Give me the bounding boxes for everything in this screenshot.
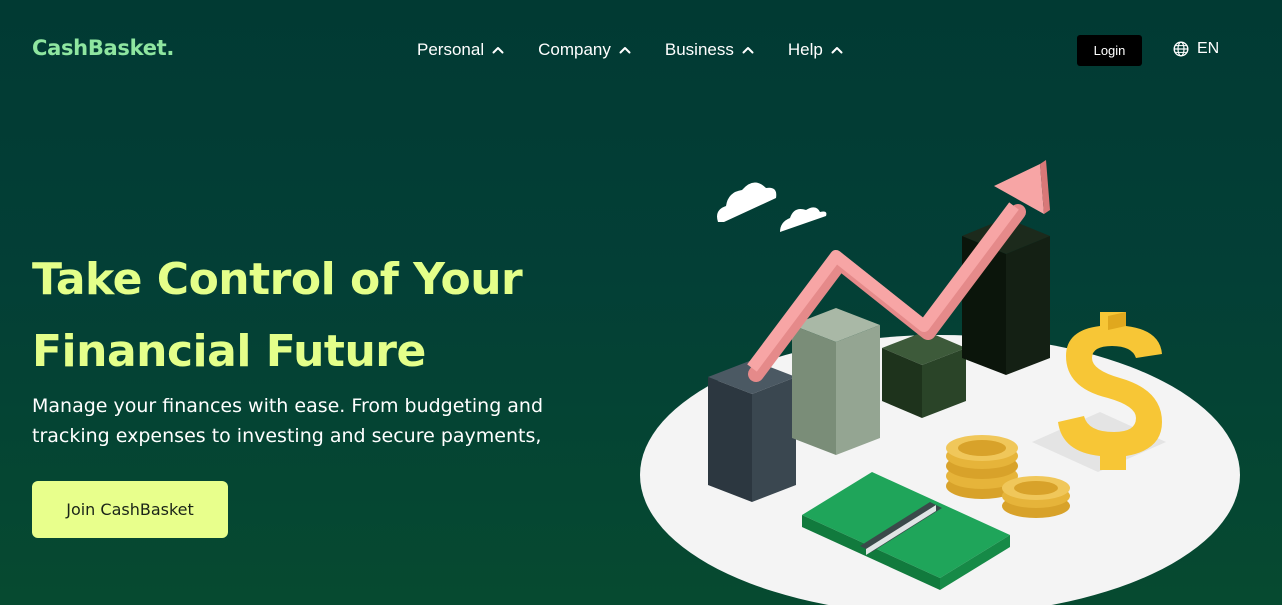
bar-4 [962,218,1050,375]
hero-subtitle-line2: tracking expenses to investing and secur… [32,425,542,447]
globe-icon [1173,41,1189,57]
hero-title-line1: Take Control of Your [32,254,523,305]
site-header: CashBasket. Personal Company Business He… [0,0,1282,100]
login-button[interactable]: Login [1077,35,1142,66]
join-button[interactable]: Join CashBasket [32,481,228,538]
chevron-up-icon [619,47,631,54]
hero-title-line2: Financial Future [32,326,426,377]
nav-label: Company [538,40,611,59]
nav-label: Help [787,40,823,59]
nav-company[interactable]: Company [538,40,633,60]
nav-label: Personal [417,40,485,59]
main-nav: Personal Company Business Help [417,40,877,60]
bar-1 [708,360,796,502]
chevron-up-icon [742,47,754,54]
hero-title: Take Control of Your Financial Future [32,244,592,388]
coin-stack [1002,476,1070,518]
logo[interactable]: CashBasket. [32,36,174,60]
bar-3 [882,331,966,418]
nav-personal[interactable]: Personal [417,40,506,60]
language-selector[interactable]: EN [1173,40,1219,58]
language-label: EN [1197,40,1220,57]
hero-subtitle: Manage your finances with ease. From bud… [32,391,592,451]
bar-2 [792,308,880,455]
cloud-icon [717,182,827,232]
nav-label: Business [664,40,734,59]
hero-subtitle-line1: Manage your finances with ease. From bud… [32,395,544,417]
finance-illustration [640,160,1240,605]
nav-business[interactable]: Business [665,40,756,60]
nav-help[interactable]: Help [788,40,845,60]
chevron-up-icon [492,47,504,54]
chevron-up-icon [831,47,843,54]
